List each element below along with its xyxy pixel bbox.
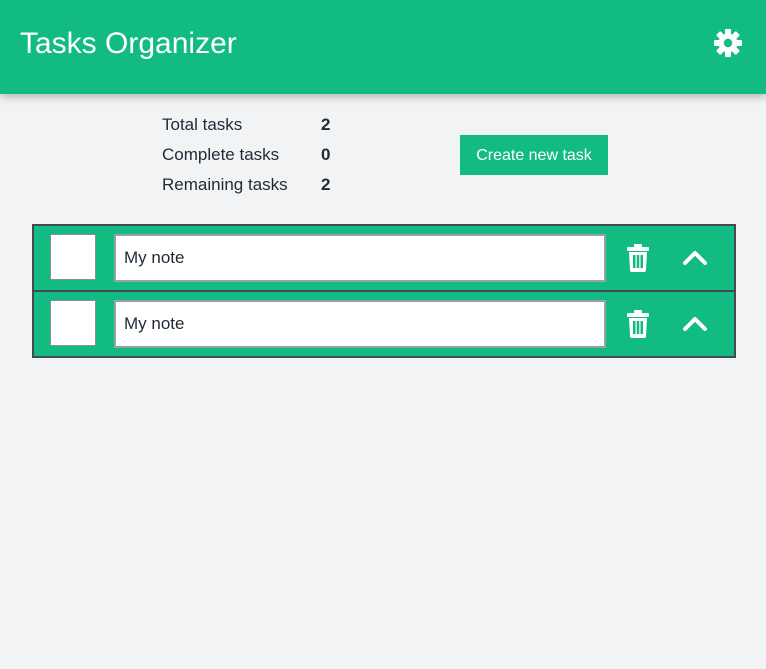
chevron-up-icon [683,317,707,331]
delete-task-button[interactable] [626,310,650,338]
chevron-up-icon [683,251,707,265]
trash-icon [627,310,649,338]
task-row [34,290,734,356]
stat-complete-tasks: Complete tasks 0 [162,144,362,174]
stat-total-tasks: Total tasks 2 [162,114,362,144]
app-header: Tasks Organizer [0,0,766,94]
collapse-task-button[interactable] [682,248,708,268]
trash-icon [627,244,649,272]
stat-value: 2 [321,115,331,134]
create-task-button[interactable]: Create new task [460,135,608,175]
app-title: Tasks Organizer [20,27,237,60]
task-checkbox[interactable] [50,300,96,346]
stat-label: Complete tasks [162,145,280,164]
stat-value: 0 [321,145,331,164]
stat-label: Total tasks [162,115,243,134]
delete-task-button[interactable] [626,244,650,272]
task-checkbox[interactable] [50,234,96,280]
task-row [34,226,734,290]
task-list [32,224,736,358]
gear-icon [714,29,742,57]
task-text-input[interactable] [114,300,606,348]
collapse-task-button[interactable] [682,314,708,334]
settings-button[interactable] [713,28,743,58]
stat-label: Remaining tasks [162,175,288,194]
stat-value: 2 [321,175,331,194]
stat-remaining-tasks: Remaining tasks 2 [162,174,362,204]
task-stats: Total tasks 2 Complete tasks 0 Remaining… [162,114,362,204]
task-text-input[interactable] [114,234,606,282]
